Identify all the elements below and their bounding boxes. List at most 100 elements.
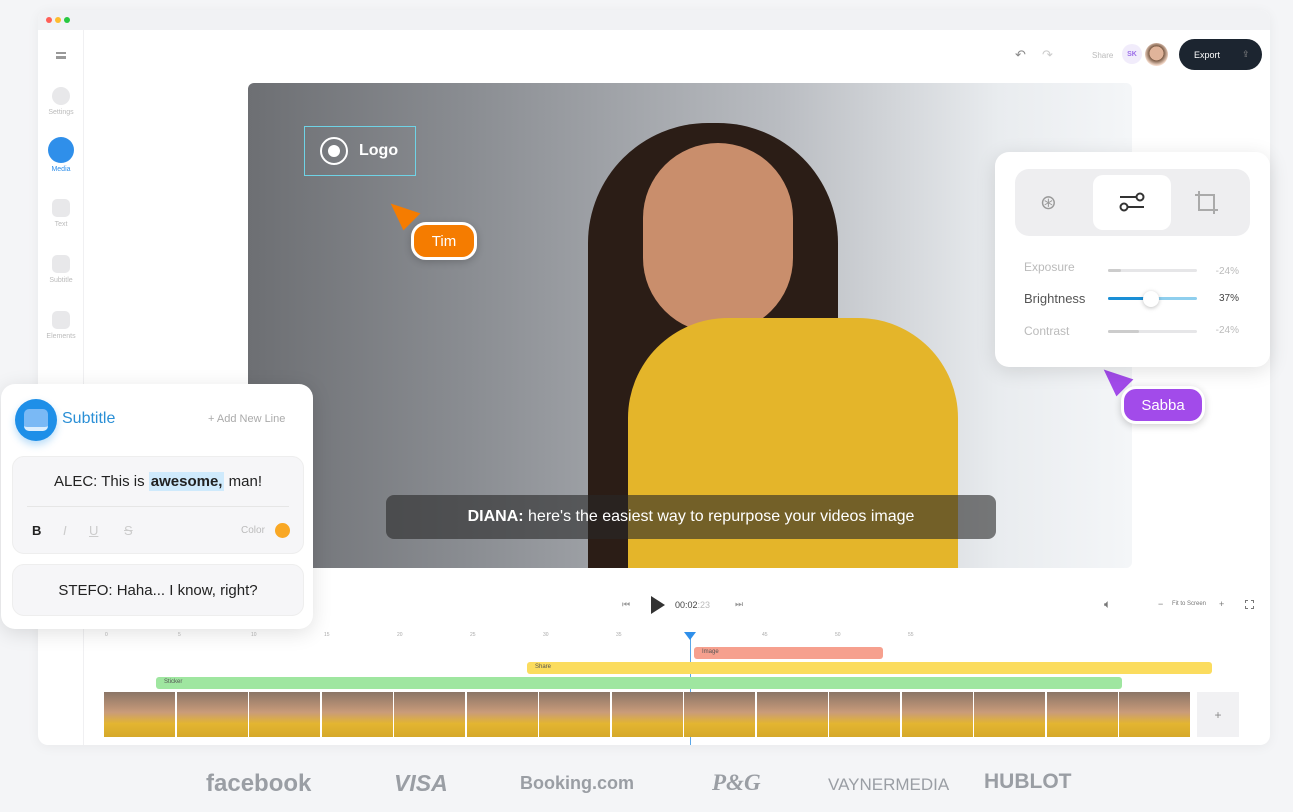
caption-text: here's the easiest way to repurpose your…	[523, 508, 915, 525]
timeline-tick: 5	[178, 632, 181, 638]
video-thumbnail[interactable]	[611, 692, 683, 737]
subtitle-line-editor[interactable]: ALEC: This is awesome, man! B I U S Colo…	[12, 456, 304, 554]
video-thumbnail[interactable]	[974, 692, 1045, 737]
sidebar-item-elements[interactable]: Elements	[38, 311, 84, 340]
sidebar-label: Elements	[46, 333, 76, 340]
italic-button[interactable]: I	[63, 523, 67, 538]
sidebar-item-subtitle[interactable]: Subtitle	[38, 255, 84, 284]
zoom-level[interactable]: Fit to Screen	[1172, 601, 1206, 607]
fullscreen-icon[interactable]	[1245, 600, 1254, 609]
bold-button[interactable]: B	[32, 523, 41, 538]
sidebar-label: Text	[54, 221, 68, 228]
undo-icon[interactable]: ↶	[1015, 47, 1026, 63]
play-icon[interactable]	[651, 596, 665, 614]
strikethrough-button[interactable]: S	[124, 523, 133, 538]
brightness-slider[interactable]	[1108, 291, 1197, 307]
timeline-tick: 45	[762, 632, 768, 638]
sliders-tab[interactable]	[1093, 175, 1171, 230]
redo-icon[interactable]: ↷	[1042, 47, 1053, 63]
divider	[27, 506, 289, 507]
crop-icon[interactable]	[1194, 190, 1220, 216]
sidebar-label: Subtitle	[49, 277, 73, 284]
add-new-line-button[interactable]: + Add New Line	[208, 413, 285, 425]
timeline-tick: 20	[397, 632, 403, 638]
timeline-tick: 10	[251, 632, 257, 638]
upload-icon: ⇪	[1242, 49, 1250, 59]
color-swatch[interactable]	[275, 523, 290, 538]
image-icon	[48, 137, 74, 163]
video-thumbnail[interactable]	[321, 692, 393, 737]
line-text: man!	[224, 473, 262, 490]
video-thumbnail[interactable]	[829, 692, 900, 737]
timeline-tick: 55	[908, 632, 914, 638]
sidebar-item-settings[interactable]: Settings	[38, 87, 84, 116]
minimize-dot[interactable]	[55, 17, 61, 23]
video-caption[interactable]: DIANA: here's the easiest way to repurpo…	[386, 495, 996, 539]
color-filter-icon[interactable]: ⊛	[1040, 190, 1057, 215]
track-share[interactable]: Share	[527, 662, 1212, 674]
subtitle-icon	[15, 399, 57, 441]
time-frac: :23	[697, 600, 711, 610]
exposure-label: Exposure	[1024, 260, 1075, 274]
video-thumbnail[interactable]	[756, 692, 828, 737]
track-image[interactable]: Image	[694, 647, 883, 659]
sidebar-item-text[interactable]: Text	[38, 199, 84, 228]
share-button[interactable]: Share	[1092, 51, 1113, 60]
subtitle-line-2[interactable]: STEFO: Haha... I know, right?	[12, 564, 304, 616]
sidebar-item-media[interactable]: Media	[38, 137, 84, 173]
timeline-tick: 35	[616, 632, 622, 638]
export-label: Export	[1194, 49, 1221, 60]
person-face	[643, 143, 793, 333]
video-thumbnail[interactable]	[176, 692, 248, 737]
export-button[interactable]: Export ⇪	[1179, 39, 1262, 70]
maximize-dot[interactable]	[64, 17, 70, 23]
video-thumbnail[interactable]	[1046, 692, 1118, 737]
subtitle-icon	[52, 255, 70, 273]
track-sticker[interactable]: Sticker	[156, 677, 1122, 689]
timeline-tick: 15	[324, 632, 330, 638]
timeline-tick: 25	[470, 632, 476, 638]
brightness-label: Brightness	[1024, 291, 1086, 306]
brand-logo-pg: P&G	[712, 770, 761, 795]
video-thumbnail[interactable]	[104, 692, 175, 737]
color-label: Color	[241, 525, 265, 536]
skip-forward-icon[interactable]: ⏭	[735, 599, 743, 610]
close-dot[interactable]	[46, 17, 52, 23]
logo-selection-box[interactable]: Logo	[304, 126, 416, 176]
brand-logo-facebook: facebook	[206, 770, 312, 797]
hamburger-icon[interactable]	[56, 52, 66, 59]
exposure-slider[interactable]	[1108, 269, 1197, 272]
brand-logo-vaynermedia: VAYNERMEDIA	[828, 775, 950, 794]
timeline-tick: 0	[105, 632, 108, 638]
zoom-in-button[interactable]: +	[1219, 599, 1224, 609]
user-avatar[interactable]	[1145, 43, 1168, 66]
contrast-slider[interactable]	[1108, 330, 1197, 333]
time-display: 00:02:23	[675, 600, 710, 610]
cursor-tag-sabba: Sabba	[1121, 386, 1205, 424]
video-thumbnail[interactable]	[901, 692, 973, 737]
user-avatar-initials[interactable]: SK	[1122, 44, 1142, 64]
video-thumbnail[interactable]	[684, 692, 755, 737]
sidebar-label: Media	[51, 166, 71, 173]
zoom-out-button[interactable]: −	[1158, 599, 1163, 609]
video-thumbnail[interactable]	[394, 692, 465, 737]
line-text: ALEC: This is	[54, 473, 149, 490]
playhead-handle[interactable]	[684, 632, 696, 640]
cursor-tag-tim: Tim	[411, 222, 477, 260]
add-clip-button[interactable]: +	[1197, 692, 1239, 737]
volume-icon[interactable]: 🔈︎	[1104, 597, 1111, 612]
slider-thumb[interactable]	[1143, 291, 1159, 307]
title-bar	[38, 10, 1270, 30]
video-thumbnail[interactable]	[249, 692, 320, 737]
text-icon	[52, 199, 70, 217]
highlighted-word[interactable]: awesome,	[148, 472, 225, 491]
logo-label: Logo	[359, 142, 399, 159]
contrast-label: Contrast	[1024, 324, 1070, 338]
brightness-value: 37%	[1218, 293, 1239, 304]
video-thumbnail[interactable]	[1119, 692, 1190, 737]
underline-button[interactable]: U	[89, 523, 98, 538]
track-label: Share	[535, 664, 552, 670]
video-thumbnail[interactable]	[539, 692, 610, 737]
skip-back-icon[interactable]: ⏮	[622, 599, 630, 610]
video-thumbnail[interactable]	[466, 692, 538, 737]
